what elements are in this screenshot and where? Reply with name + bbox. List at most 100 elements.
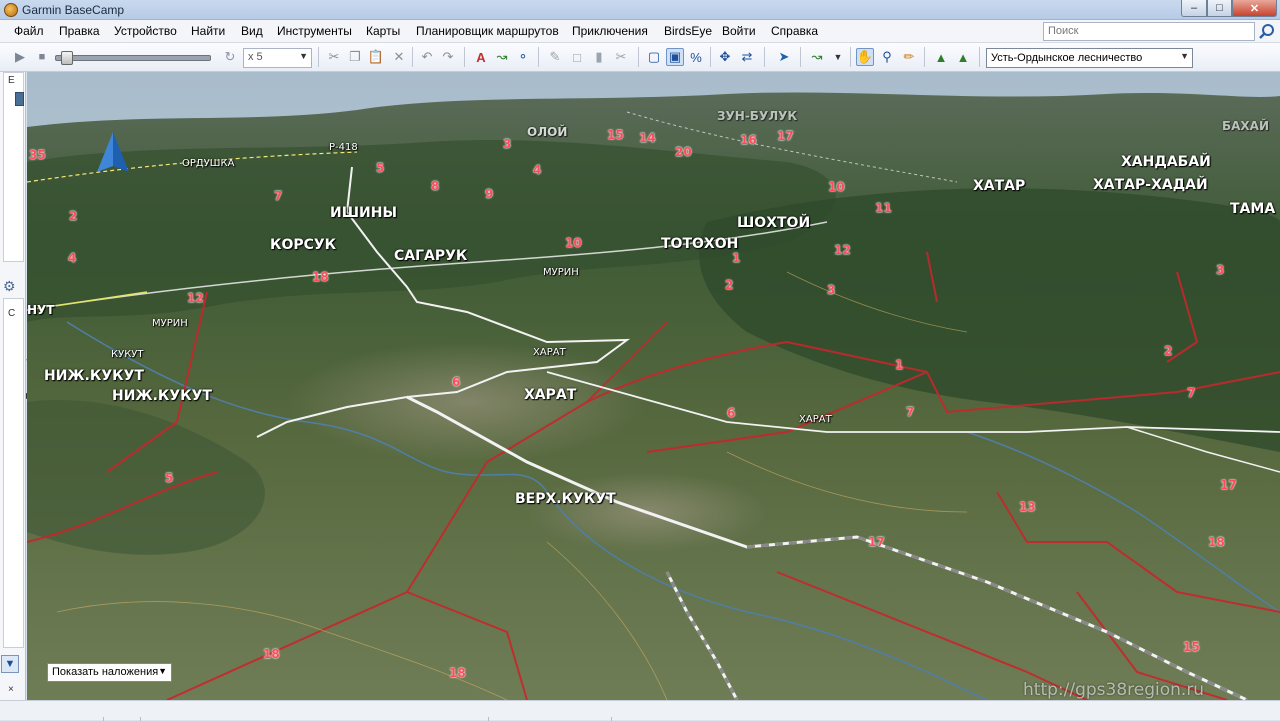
center-map-icon[interactable]: ✥ bbox=[716, 48, 734, 66]
status-divider bbox=[103, 717, 104, 721]
block-number: 17 bbox=[777, 129, 794, 143]
compass-north-arrow-icon[interactable] bbox=[95, 130, 131, 176]
divide-track-icon[interactable]: ✂ bbox=[612, 48, 630, 66]
menu-device[interactable]: Устройство bbox=[114, 24, 177, 38]
block-number: 13 bbox=[1019, 500, 1036, 514]
chevron-down-icon[interactable]: ▼ bbox=[829, 48, 847, 66]
menu-file[interactable]: Файл bbox=[14, 24, 44, 38]
library-panel: E ⚙ C ▼ × bbox=[0, 72, 26, 700]
paste-icon[interactable]: 📋 bbox=[367, 48, 385, 66]
block-number: 4 bbox=[533, 163, 542, 177]
library-contents-list[interactable]: C bbox=[3, 298, 24, 648]
title-bar: Garmin BaseCamp – □ ✕ bbox=[0, 0, 1280, 20]
search-input[interactable]: Поиск bbox=[1043, 22, 1255, 41]
block-number: 5 bbox=[165, 471, 174, 485]
zoom-tool-icon[interactable]: ⚲ bbox=[878, 48, 896, 66]
playback-speed-value: x 5 bbox=[248, 51, 263, 63]
block-number: 9 bbox=[485, 187, 494, 201]
hand-tool-icon[interactable]: ✋ bbox=[856, 48, 874, 66]
block-number: 3 bbox=[827, 283, 836, 297]
block-number: 16 bbox=[740, 133, 757, 147]
road-label: Р-418 bbox=[329, 142, 358, 153]
map-3d-view[interactable]: ОРДУШКА Р-418 ОЛОЙ ЗУН-БУЛУК БАХАЙ ИШИНЫ… bbox=[27, 72, 1280, 700]
library-tree-label: E bbox=[8, 75, 15, 86]
close-panel-icon[interactable]: × bbox=[8, 684, 14, 695]
toolbar-separator bbox=[710, 47, 711, 67]
2d-view-icon[interactable]: ▢ bbox=[645, 48, 663, 66]
refresh-map-icon[interactable]: ⇄ bbox=[738, 48, 756, 66]
menu-tools[interactable]: Инструменты bbox=[277, 24, 352, 38]
block-number: 3 bbox=[503, 137, 512, 151]
3d-view-icon[interactable]: ▣ bbox=[666, 48, 684, 66]
select-points-icon[interactable]: □ bbox=[568, 48, 586, 66]
stop-icon[interactable]: ■ bbox=[33, 48, 51, 66]
toolbar-separator bbox=[638, 47, 639, 67]
menu-edit[interactable]: Правка bbox=[59, 24, 100, 38]
measure-tool-icon[interactable]: ✏ bbox=[900, 48, 918, 66]
toolbar-separator bbox=[464, 47, 465, 67]
status-bar bbox=[0, 700, 1280, 721]
search-icon[interactable] bbox=[1258, 23, 1276, 41]
block-number: 18 bbox=[1208, 535, 1225, 549]
minimize-button[interactable]: – bbox=[1181, 0, 1207, 17]
new-route-icon[interactable]: ↝ bbox=[493, 48, 511, 66]
block-number: 2 bbox=[69, 209, 78, 223]
menu-bar: Файл Правка Устройство Найти Вид Инструм… bbox=[0, 20, 1280, 43]
menu-help[interactable]: Справка bbox=[771, 24, 818, 38]
menu-birdseye[interactable]: BirdsEye bbox=[664, 24, 712, 38]
block-number: 1 bbox=[895, 358, 904, 372]
menu-maps[interactable]: Карты bbox=[366, 24, 400, 38]
show-overlays-dropdown[interactable]: Показать наложения ▼ bbox=[47, 663, 172, 682]
percent-icon[interactable]: % bbox=[687, 48, 705, 66]
export-icon[interactable]: ▲ bbox=[954, 48, 972, 66]
menu-view[interactable]: Вид bbox=[241, 24, 263, 38]
redo-icon[interactable]: ↷ bbox=[439, 48, 457, 66]
import-icon[interactable]: ▲ bbox=[932, 48, 950, 66]
place-label: ХАНДАБАЙ bbox=[1121, 154, 1211, 170]
show-overlays-label: Показать наложения bbox=[52, 666, 159, 678]
block-number: 18 bbox=[449, 666, 466, 680]
menu-adventures[interactable]: Приключения bbox=[572, 24, 648, 38]
gear-icon[interactable]: ⚙ bbox=[3, 278, 16, 295]
delete-icon[interactable]: ✕ bbox=[390, 48, 408, 66]
playback-slider-thumb[interactable] bbox=[60, 51, 73, 65]
send-to-device-icon[interactable]: ➤ bbox=[775, 48, 793, 66]
eraser-icon[interactable]: ▮ bbox=[590, 48, 608, 66]
play-icon[interactable]: ▶ bbox=[11, 48, 29, 66]
close-window-button[interactable]: ✕ bbox=[1232, 0, 1277, 17]
menu-find[interactable]: Найти bbox=[191, 24, 225, 38]
chevron-down-icon: ▼ bbox=[1180, 51, 1189, 61]
block-number: 5 bbox=[376, 161, 385, 175]
block-number: 7 bbox=[1187, 386, 1196, 400]
playback-speed-select[interactable]: x 5 ▼ bbox=[243, 48, 312, 68]
toolbar-separator bbox=[850, 47, 851, 67]
menu-route-planner[interactable]: Планировщик маршрутов bbox=[416, 24, 559, 38]
chevron-down-icon: ▼ bbox=[299, 51, 308, 61]
map-product-value: Усть-Ордынское лесничество bbox=[991, 52, 1143, 64]
place-label: НИЖ.КУКУТ bbox=[44, 368, 144, 384]
edit-track-icon[interactable]: ✎ bbox=[546, 48, 564, 66]
status-divider bbox=[140, 717, 141, 721]
window-title: Garmin BaseCamp bbox=[22, 3, 125, 17]
copy-icon[interactable]: ❐ bbox=[346, 48, 364, 66]
map-product-select[interactable]: Усть-Ордынское лесничество ▼ bbox=[986, 48, 1193, 68]
place-label: ЗУН-БУЛУК bbox=[717, 109, 798, 123]
route-options-icon[interactable]: ↝ bbox=[808, 48, 826, 66]
library-tree[interactable]: E bbox=[3, 72, 24, 262]
filter-icon[interactable]: ▼ bbox=[1, 655, 19, 673]
repeat-icon[interactable]: ↻ bbox=[221, 48, 239, 66]
cut-icon[interactable]: ✂ bbox=[325, 48, 343, 66]
playback-slider[interactable] bbox=[55, 55, 211, 61]
clearing bbox=[287, 342, 647, 462]
library-item-icon[interactable] bbox=[15, 92, 24, 106]
new-waypoint-icon[interactable]: A bbox=[472, 48, 490, 66]
place-label: МУРИН bbox=[543, 267, 579, 278]
maximize-button[interactable]: □ bbox=[1207, 0, 1232, 17]
menu-sign-in[interactable]: Войти bbox=[722, 24, 756, 38]
new-track-icon[interactable]: ⚬ bbox=[514, 48, 532, 66]
status-divider bbox=[611, 717, 612, 721]
toolbar-separator bbox=[979, 47, 980, 67]
undo-icon[interactable]: ↶ bbox=[418, 48, 436, 66]
place-label: НУТ bbox=[27, 303, 55, 317]
toolbar-separator bbox=[764, 47, 765, 67]
